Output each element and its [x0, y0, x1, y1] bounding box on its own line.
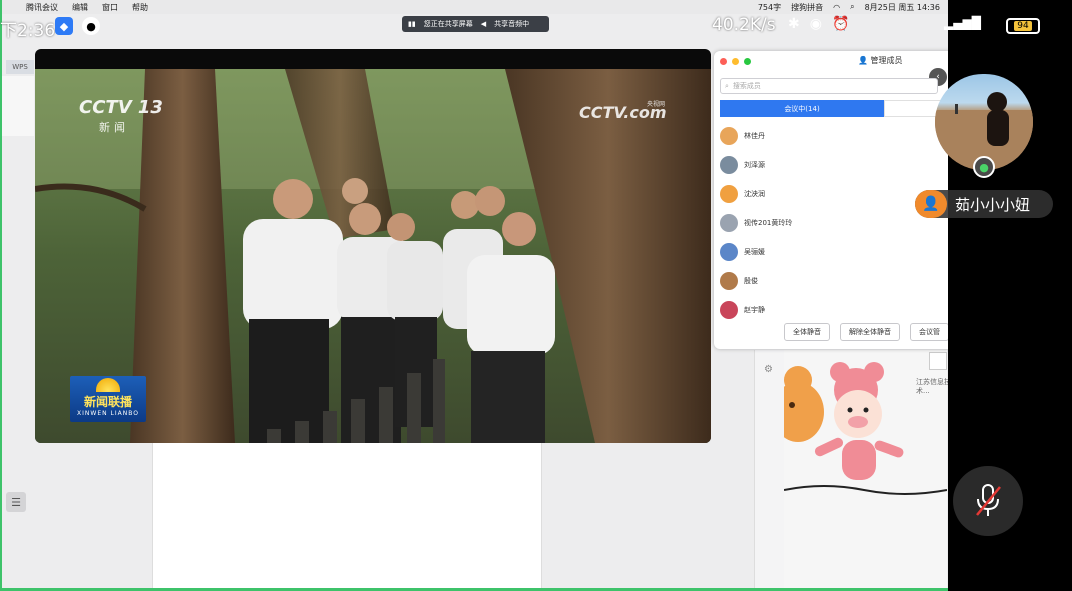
member-name: 赵宇静 [744, 305, 765, 314]
avatar [720, 155, 738, 174]
menu-app[interactable]: 腾讯会议 [26, 2, 58, 13]
member-icon: 👤 [858, 56, 868, 65]
network-speed: 40.2K/s [712, 15, 776, 35]
member-name: 林佳丹 [744, 131, 765, 140]
person-icon: 👤 [915, 190, 947, 218]
battery-level: 94 [1014, 21, 1032, 31]
menu-help[interactable]: 帮助 [132, 2, 148, 13]
bluetooth-icon: ✱ [788, 16, 800, 32]
vpn-icon: ◉ [809, 16, 822, 32]
member-management-panel: 👤 管理成员 ‹ ⌕ 搜索成员 会议中(14) 林佳丹 刘泽源 沈泱润 视传20… [714, 51, 948, 349]
list-item[interactable]: 殷俊 [720, 266, 944, 295]
news-logo-title: 新闻联播 [83, 395, 132, 409]
share-screen-icon: ▮▮ [408, 20, 416, 28]
avatar [720, 271, 738, 290]
meeting-settings-button[interactable]: 会议管 [910, 323, 948, 341]
member-search-placeholder: 搜索成员 [732, 82, 761, 90]
gear-icon[interactable]: ⚙ [764, 364, 773, 375]
shared-desktop: 腾讯会议 编辑 窗口 帮助 754字 搜狗拼音 ◠ ⌕ 8月25日 周五 14:… [0, 0, 948, 591]
tab-in-meeting[interactable]: 会议中(14) [720, 100, 884, 117]
alarm-icon: ⏰ [831, 16, 850, 32]
wifi-icon[interactable]: ◠ [833, 3, 840, 12]
phone-clock: 下2:36 [0, 21, 56, 41]
participant-name: 茹小小小妞 [955, 195, 1031, 214]
close-window-icon[interactable] [720, 58, 727, 65]
share-audio-text: 共享音频中 [494, 20, 530, 28]
search-icon[interactable]: ⌕ [850, 2, 854, 12]
cctv13-logo-sub: 新闻 [99, 121, 129, 134]
wps-left-panel [2, 76, 34, 136]
menubar-datetime[interactable]: 8月25日 周五 14:36 [865, 2, 940, 13]
globe-icon [96, 378, 120, 392]
member-name: 吴骊媛 [744, 247, 765, 256]
xinwen-lianbo-logo: 新闻联播 XINWEN LIANBO [70, 376, 146, 422]
battery-icon: 94 [1006, 18, 1040, 34]
list-item[interactable]: 视传201黄玲玲 [720, 208, 944, 237]
speaker-icon: ◀ [480, 20, 487, 28]
signal-icon: ▂▄▆█ [944, 16, 981, 30]
cctv13-logo: CCTV 13 [79, 97, 163, 118]
list-item[interactable]: 林佳丹 [720, 121, 944, 150]
input-method[interactable]: 搜狗拼音 [791, 2, 823, 13]
list-item[interactable]: 赵宇静 [720, 295, 944, 324]
word-count: 754字 [757, 2, 782, 12]
member-name: 殷俊 [744, 276, 758, 285]
mute-all-button[interactable]: 全体静音 [784, 323, 830, 341]
zoom-window-icon[interactable] [744, 58, 751, 65]
mac-menubar: 腾讯会议 编辑 窗口 帮助 754字 搜狗拼音 ◠ ⌕ 8月25日 周五 14:… [2, 0, 948, 14]
menu-window[interactable]: 窗口 [102, 2, 118, 13]
menu-edit[interactable]: 编辑 [72, 2, 88, 13]
sticker-caption: 江苏信息技术... [916, 378, 948, 395]
avatar [720, 300, 738, 319]
status-icons: ✱ ◉ ⏰ [788, 16, 849, 32]
mic-muted-icon [976, 484, 1001, 516]
mute-microphone-button[interactable] [953, 466, 1023, 536]
member-search-input[interactable]: ⌕ 搜索成员 [720, 78, 938, 94]
meeting-app-icon: ◆ [55, 17, 73, 35]
wps-tab[interactable]: WPS [6, 60, 34, 74]
screen-share-bar[interactable]: ▮▮ 您正在共享屏幕 ◀ 共享音频中 [402, 16, 549, 32]
participant-name-tag[interactable]: 👤 茹小小小妞 [915, 190, 1053, 218]
search-icon: ⌕ [725, 81, 729, 90]
video-window[interactable]: CCTV 13 新闻 CCTV.com 央视网 新闻联播 XINWEN LIAN… [35, 49, 711, 443]
list-item[interactable]: 沈泱润 [720, 179, 944, 208]
list-icon[interactable]: ☰ [6, 492, 26, 512]
panel-title-text: 管理成员 [870, 56, 903, 65]
panel-title: 👤 管理成员 [858, 55, 903, 66]
list-item[interactable]: 吴骊媛 [720, 237, 944, 266]
member-name: 沈泱润 [744, 189, 765, 198]
panel-footer: 全体静音 解除全体静音 会议管 [784, 323, 948, 341]
member-name: 视传201黄玲玲 [744, 218, 793, 227]
microphone-icon: ● [973, 156, 995, 178]
unmute-all-button[interactable]: 解除全体静音 [840, 323, 900, 341]
share-status-text: 您正在共享屏幕 [423, 20, 473, 28]
member-list: 林佳丹 刘泽源 沈泱润 视传201黄玲玲 吴骊媛 殷俊 赵宇静 [720, 121, 944, 324]
cctvcom-logo-sub: 央视网 [647, 101, 666, 108]
sticker-toggle-button[interactable] [929, 352, 947, 370]
document-page[interactable] [152, 440, 542, 588]
list-item[interactable]: 刘泽源 [720, 150, 944, 179]
minimize-window-icon[interactable] [732, 58, 739, 65]
qq-icon: ● [82, 17, 100, 35]
avatar [720, 126, 738, 145]
side-toolbar [754, 350, 784, 588]
news-logo-sub: XINWEN LIANBO [77, 410, 139, 417]
avatar [720, 213, 738, 232]
member-name: 刘泽源 [744, 160, 765, 169]
avatar [720, 184, 738, 203]
avatar [720, 242, 738, 261]
